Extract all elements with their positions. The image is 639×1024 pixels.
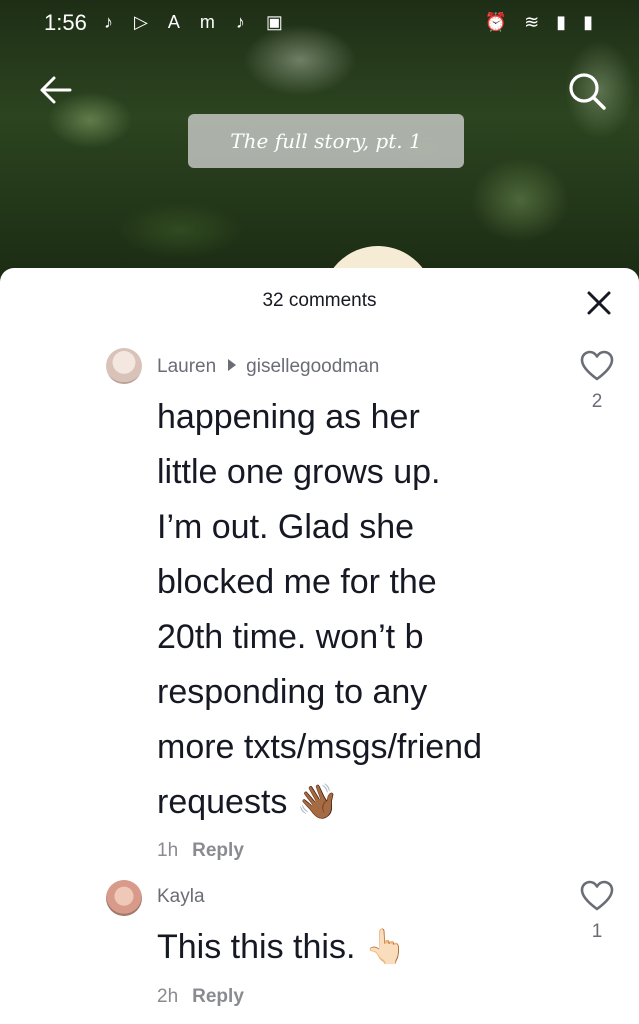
comment-username[interactable]: Lauren <box>157 356 216 377</box>
search-icon <box>569 73 606 110</box>
status-time: 1:56 <box>44 10 87 35</box>
avatar[interactable] <box>106 348 142 384</box>
heart-icon <box>580 880 614 911</box>
comment-username[interactable]: Kayla <box>157 886 205 907</box>
comment-text: happening as her little one grows up. I’… <box>157 390 577 830</box>
close-button[interactable] <box>586 290 612 316</box>
comment-line: responding to any <box>157 673 428 711</box>
comment-meta: 2h Reply <box>157 986 244 1008</box>
like-button[interactable]: 2 <box>578 350 616 413</box>
like-count: 1 <box>591 921 603 942</box>
comment-text: This this this. 👆🏻 <box>157 920 577 975</box>
like-count: 2 <box>591 391 603 412</box>
comment-line: 20th time. won’t b <box>157 618 424 656</box>
comment-time: 1h <box>157 840 179 861</box>
comment-meta: 1h Reply <box>157 840 244 862</box>
reply-button[interactable]: Reply <box>192 986 244 1007</box>
comments-count-title: 32 comments <box>262 290 377 311</box>
comment-line-last: requests 👋🏾 <box>157 775 577 830</box>
comment-line: I’m out. Glad she <box>157 508 415 546</box>
comment-line: little one grows up. <box>157 453 441 491</box>
status-right-icons: ⏰ ≋ ▮ ▮ <box>484 12 599 32</box>
comment-line: This this this. <box>157 928 356 966</box>
avatar[interactable] <box>106 880 142 916</box>
comment-time: 2h <box>157 986 179 1007</box>
back-button[interactable] <box>36 70 76 110</box>
comment-line: happening as her <box>157 398 420 436</box>
back-arrow-icon <box>40 76 72 104</box>
reply-arrow-icon <box>228 359 237 371</box>
waving-hand-emoji: 👋🏾 <box>296 783 340 821</box>
heart-icon <box>580 350 614 381</box>
status-left-icons: ♪ ▷ A m ♪ ▣ <box>104 12 291 32</box>
comment-line: blocked me for the <box>157 563 437 601</box>
pointing-up-emoji: 👆🏻 <box>364 928 408 966</box>
comment-line: requests <box>157 783 288 821</box>
like-button[interactable]: 1 <box>578 880 616 943</box>
comment-reply-to[interactable]: gisellegoodman <box>246 356 379 377</box>
close-icon <box>587 291 611 315</box>
comment-line: more txts/msgs/friend <box>157 728 482 766</box>
comment-line-last: This this this. 👆🏻 <box>157 920 577 975</box>
search-button[interactable] <box>566 70 606 110</box>
reply-button[interactable]: Reply <box>192 840 244 861</box>
status-bar: 1:56 ♪ ▷ A m ♪ ▣ ⏰ ≋ ▮ ▮ <box>0 8 639 38</box>
comment-username-line[interactable]: Kayla <box>157 886 205 908</box>
video-title-overlay: The full story, pt. 1 <box>188 114 464 168</box>
comment-username-line[interactable]: Lauren gisellegoodman <box>157 356 379 378</box>
